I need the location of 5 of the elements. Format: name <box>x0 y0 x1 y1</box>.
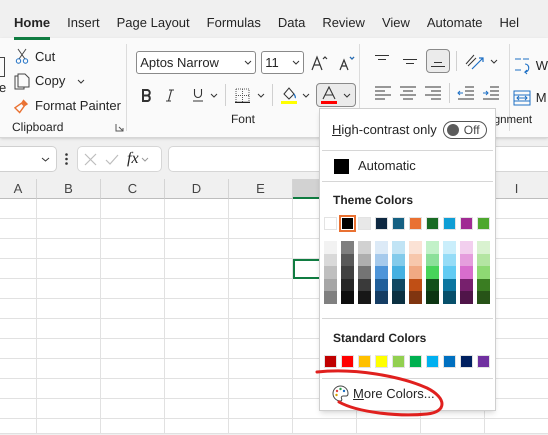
group-label: Clipboard <box>12 119 64 136</box>
high-contrast-label: High-contrast only <box>332 120 437 139</box>
group-label: Font <box>230 112 255 126</box>
section-heading: Theme Colors <box>333 192 414 209</box>
section-heading: Standard Colors <box>333 330 428 346</box>
